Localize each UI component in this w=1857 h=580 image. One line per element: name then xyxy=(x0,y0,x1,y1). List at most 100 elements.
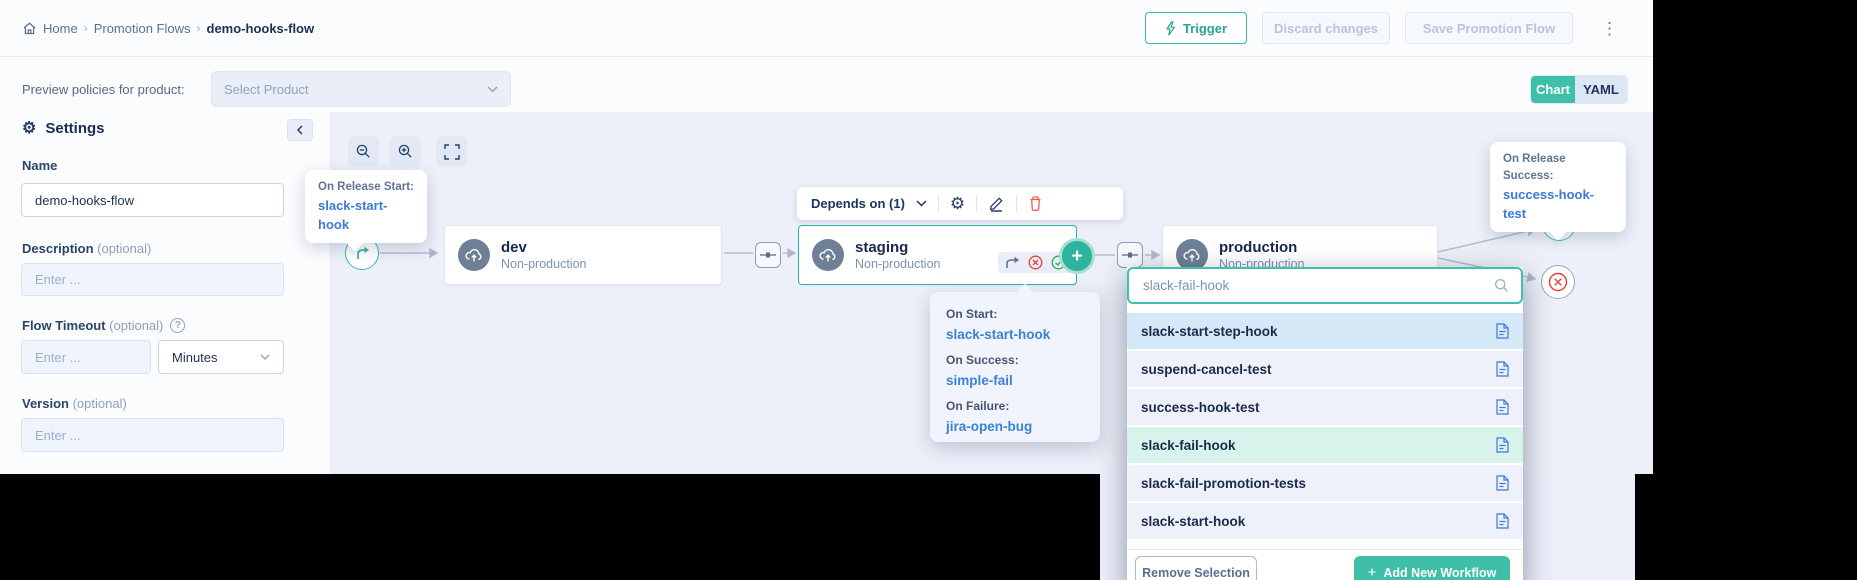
breadcrumb-promotion-flows[interactable]: Promotion Flows xyxy=(94,21,191,36)
add-new-workflow-button[interactable]: + Add New Workflow xyxy=(1354,556,1510,580)
add-workflow-plus-button[interactable]: + xyxy=(1059,238,1095,274)
timeout-placeholder: Enter ... xyxy=(35,350,81,365)
delete-trash-icon[interactable] xyxy=(1028,195,1043,212)
panel-footer-divider xyxy=(1127,549,1523,550)
workflow-search-input[interactable]: slack-fail-hook xyxy=(1127,267,1523,304)
settings-header: ⚙ Settings xyxy=(22,120,105,137)
node-dev[interactable]: dev Non-production xyxy=(444,225,722,285)
plus-icon: + xyxy=(1071,247,1082,266)
share-arrow-icon[interactable] xyxy=(1005,256,1020,269)
settings-title: Settings xyxy=(45,120,104,137)
discard-label: Discard changes xyxy=(1274,21,1378,36)
document-icon xyxy=(1496,323,1509,339)
kebab-menu-icon[interactable]: ⋮ xyxy=(1601,20,1618,37)
workflow-item-label: slack-fail-hook xyxy=(1141,438,1236,453)
dependency-gate-button[interactable] xyxy=(1117,242,1143,268)
breadcrumb-home[interactable]: Home xyxy=(43,21,78,36)
description-label: Description (optional) xyxy=(22,241,151,256)
node-subtitle: Non-production xyxy=(501,256,586,272)
workflow-list-item[interactable]: slack-fail-promotion-tests xyxy=(1127,465,1523,501)
trigger-button[interactable]: Trigger xyxy=(1145,12,1247,44)
workflow-list-item-selected[interactable]: slack-fail-hook xyxy=(1127,427,1523,463)
node-settings-icon[interactable]: ⚙ xyxy=(950,195,965,212)
dependency-gate-button[interactable] xyxy=(755,242,781,268)
breadcrumb: Home › Promotion Flows › demo-hooks-flow xyxy=(22,20,314,36)
fit-view-button[interactable] xyxy=(436,136,467,167)
edit-pencil-icon[interactable] xyxy=(988,195,1005,212)
sidebar-collapse-button[interactable] xyxy=(287,119,313,141)
on-failure-link[interactable]: jira-open-bug xyxy=(946,416,1100,437)
view-mode-toggle: Chart YAML xyxy=(1531,76,1627,103)
discard-changes-button[interactable]: Discard changes xyxy=(1262,12,1390,44)
name-field[interactable]: demo-hooks-flow xyxy=(21,183,284,217)
search-icon xyxy=(1494,278,1509,293)
help-icon[interactable]: ? xyxy=(170,318,185,333)
node-title: staging xyxy=(855,239,940,256)
node-title: dev xyxy=(501,239,586,256)
breadcrumb-separator: › xyxy=(197,21,201,35)
sidebar-divider xyxy=(330,112,331,474)
chevron-down-icon xyxy=(260,354,270,360)
document-icon xyxy=(1496,361,1509,377)
node-title: production xyxy=(1219,239,1304,256)
description-placeholder: Enter ... xyxy=(35,272,81,287)
settings-gear-icon: ⚙ xyxy=(22,121,36,137)
workflow-item-label: slack-fail-promotion-tests xyxy=(1141,476,1306,491)
screenshot-stage: Home › Promotion Flows › demo-hooks-flow… xyxy=(0,0,1857,580)
document-icon xyxy=(1496,437,1509,453)
chevron-down-icon[interactable] xyxy=(916,200,927,207)
timeout-unit-select[interactable]: Minutes xyxy=(158,340,284,374)
toolbar-separator xyxy=(938,195,939,212)
version-label: Version (optional) xyxy=(22,396,127,411)
topbar-divider xyxy=(0,56,1653,57)
chevron-down-icon xyxy=(487,86,498,93)
select-product-dropdown[interactable]: Select Product xyxy=(211,71,511,107)
preview-policies-label: Preview policies for product: xyxy=(22,82,185,97)
depends-on-dropdown[interactable]: Depends on (1) xyxy=(811,196,905,211)
home-icon[interactable] xyxy=(22,21,37,36)
workflow-list-item[interactable]: slack-start-hook xyxy=(1127,503,1523,539)
document-icon xyxy=(1496,399,1509,415)
version-field[interactable]: Enter ... xyxy=(21,418,284,452)
remove-selection-button[interactable]: Remove Selection xyxy=(1135,556,1257,580)
environment-icon xyxy=(458,239,490,271)
tooltip-workflow-link[interactable]: success-hook-test xyxy=(1503,185,1613,223)
release-start-tooltip: On Release Start: slack-start-hook xyxy=(305,170,427,243)
name-label: Name xyxy=(22,158,57,173)
workflow-list-item[interactable]: suspend-cancel-test xyxy=(1127,351,1523,387)
save-label: Save Promotion Flow xyxy=(1423,21,1555,36)
breadcrumb-separator: › xyxy=(84,21,88,35)
zoom-in-button[interactable] xyxy=(390,136,421,167)
version-placeholder: Enter ... xyxy=(35,428,81,443)
tab-chart[interactable]: Chart xyxy=(1531,76,1575,103)
save-promotion-flow-button[interactable]: Save Promotion Flow xyxy=(1405,12,1573,44)
release-success-tooltip: On Release Success: success-hook-test xyxy=(1490,142,1626,232)
on-success-link[interactable]: simple-fail xyxy=(946,370,1100,391)
document-icon xyxy=(1496,475,1509,491)
name-value: demo-hooks-flow xyxy=(35,193,134,208)
on-success-label: On Success: xyxy=(946,350,1100,370)
release-failure-node[interactable] xyxy=(1541,265,1575,299)
timeout-value-field[interactable]: Enter ... xyxy=(21,340,151,374)
zoom-out-button[interactable] xyxy=(348,136,379,167)
workflow-list-item[interactable]: slack-start-step-hook xyxy=(1127,313,1523,349)
tooltip-label: On Release Start: xyxy=(318,179,414,196)
node-subtitle: Non-production xyxy=(855,256,940,272)
on-failure-label: On Failure: xyxy=(946,396,1100,416)
plus-icon: + xyxy=(1368,564,1377,580)
workflow-item-label: suspend-cancel-test xyxy=(1141,362,1272,377)
workflow-dropdown-panel: slack-fail-hook slack-start-step-hook su… xyxy=(1127,267,1523,580)
document-icon xyxy=(1496,513,1509,529)
toolbar-separator xyxy=(1016,195,1017,212)
description-field[interactable]: Enter ... xyxy=(21,263,284,296)
on-start-link[interactable]: slack-start-hook xyxy=(946,324,1100,345)
staging-hooks-popover: On Start: slack-start-hook On Success: s… xyxy=(930,292,1100,442)
workflow-list-item[interactable]: success-hook-test xyxy=(1127,389,1523,425)
failure-hook-icon[interactable] xyxy=(1028,255,1043,270)
tooltip-workflow-link[interactable]: slack-start-hook xyxy=(318,196,414,234)
workflow-item-label: slack-start-hook xyxy=(1141,514,1245,529)
lightning-icon xyxy=(1165,21,1176,36)
timeout-unit-value: Minutes xyxy=(172,350,218,365)
flow-timeout-label: Flow Timeout (optional) ? xyxy=(22,318,185,333)
tab-yaml[interactable]: YAML xyxy=(1575,76,1627,103)
